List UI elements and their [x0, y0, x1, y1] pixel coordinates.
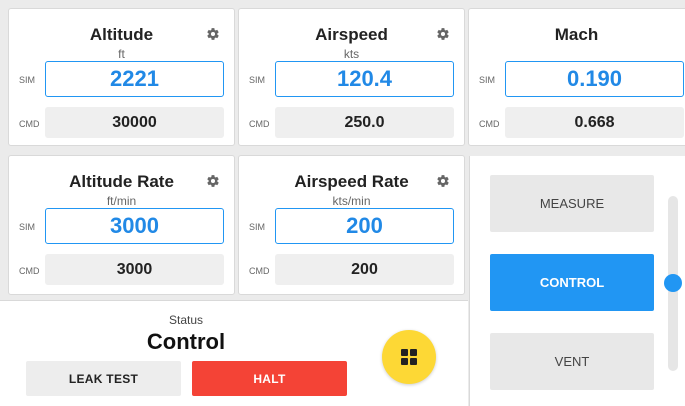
status-panel: Status Control LEAK TEST HALT: [0, 300, 468, 406]
grid-icon: [401, 349, 417, 365]
sim-label: SIM: [249, 222, 266, 232]
cmd-label: CMD: [479, 119, 500, 129]
airspeed-rate-sim-value[interactable]: 200: [275, 208, 454, 244]
panel-unit: ft: [118, 47, 125, 61]
airspeed-rate-cmd-value[interactable]: 200: [275, 254, 454, 285]
mach-panel: Mach SIM 0.190 CMD 0.668: [468, 8, 685, 146]
airspeed-cmd-value[interactable]: 250.0: [275, 107, 454, 138]
altitude-rate-cmd-value[interactable]: 3000: [45, 254, 224, 285]
mode-slider-thumb[interactable]: [664, 274, 682, 292]
cmd-label: CMD: [19, 266, 40, 276]
gear-icon[interactable]: [436, 174, 450, 188]
sim-label: SIM: [19, 75, 36, 85]
panel-title: Mach: [554, 25, 599, 44]
altitude-cmd-value[interactable]: 30000: [45, 107, 224, 138]
status-value: Control: [146, 329, 226, 354]
leak-test-button[interactable]: LEAK TEST: [26, 361, 181, 396]
gear-icon[interactable]: [206, 27, 220, 41]
gear-icon[interactable]: [206, 174, 220, 188]
panel-title: Airspeed Rate: [294, 172, 409, 191]
cmd-label: CMD: [19, 119, 40, 129]
altitude-sim-value[interactable]: 2221: [45, 61, 224, 97]
status-label: Status: [168, 313, 204, 327]
mode-panel: MEASURE CONTROL VENT: [469, 156, 685, 406]
mach-cmd-value[interactable]: 0.668: [505, 107, 684, 138]
airspeed-rate-panel: Airspeed Rate kts/min SIM 200 CMD 200: [238, 155, 465, 295]
panel-title: Airspeed: [315, 25, 388, 44]
panel-title: Altitude: [89, 25, 154, 44]
vent-button[interactable]: VENT: [490, 333, 654, 390]
sim-label: SIM: [479, 75, 496, 85]
panel-unit: kts/min: [332, 194, 371, 208]
altitude-rate-sim-value[interactable]: 3000: [45, 208, 224, 244]
cmd-label: CMD: [249, 119, 270, 129]
panel-unit: ft/min: [106, 194, 137, 208]
mach-sim-value[interactable]: 0.190: [505, 61, 684, 97]
halt-button[interactable]: HALT: [192, 361, 347, 396]
cmd-label: CMD: [249, 266, 270, 276]
panel-title: Altitude Rate: [69, 172, 174, 191]
altitude-rate-panel: Altitude Rate ft/min SIM 3000 CMD 3000: [8, 155, 235, 295]
panel-unit: kts: [343, 47, 360, 61]
sim-label: SIM: [249, 75, 266, 85]
control-button[interactable]: CONTROL: [490, 254, 654, 311]
airspeed-sim-value[interactable]: 120.4: [275, 61, 454, 97]
menu-fab-button[interactable]: [382, 330, 436, 384]
airspeed-panel: Airspeed kts SIM 120.4 CMD 250.0: [238, 8, 465, 146]
altitude-panel: Altitude ft SIM 2221 CMD 30000: [8, 8, 235, 146]
sim-label: SIM: [19, 222, 36, 232]
measure-button[interactable]: MEASURE: [490, 175, 654, 232]
gear-icon[interactable]: [436, 27, 450, 41]
